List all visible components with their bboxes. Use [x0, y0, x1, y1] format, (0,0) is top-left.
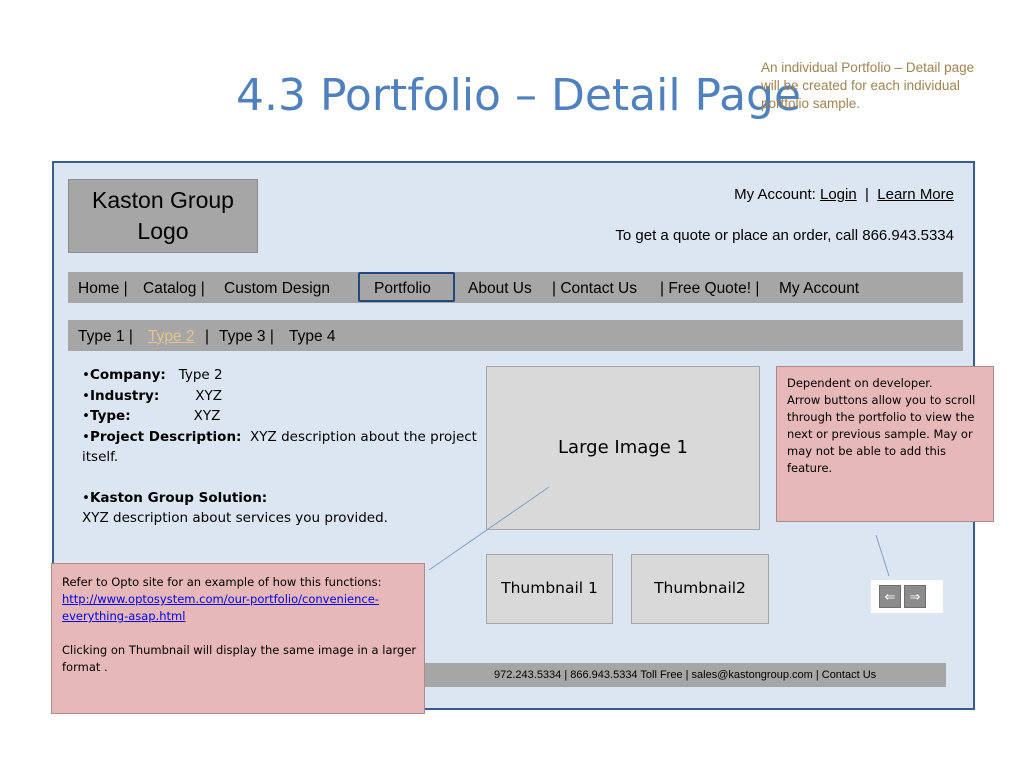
nav-item-free-quote[interactable]: | Free Quote! | — [660, 280, 759, 298]
detail-type: •Type: XYZ — [82, 408, 221, 424]
subnav-item-type-1[interactable]: Type 1 | — [78, 328, 133, 346]
main-nav: Home | Catalog | Custom Design Portfolio… — [68, 272, 963, 303]
solution-label: Kaston Group Solution: — [89, 489, 268, 506]
account-bar: My Account: Login | Learn More — [734, 186, 954, 203]
thumbnail-note-intro: Refer to Opto site for an example of how… — [62, 575, 382, 589]
corner-note: An individual Portfolio – Detail page wi… — [761, 60, 975, 111]
thumbnail-note-outro: Clicking on Thumbnail will display the s… — [62, 643, 417, 674]
detail-company: •Company: Type 2 — [82, 367, 223, 383]
detail-solution: •Kaston Group Solution: — [82, 489, 268, 506]
detail-description: •Project Description: XYZ description ab… — [82, 428, 477, 466]
footer-text: 972.243.5334 | 866.943.5334 Toll Free | … — [494, 669, 877, 681]
nav-item-catalog[interactable]: Catalog | — [143, 280, 205, 298]
nav-item-home[interactable]: Home | — [78, 280, 128, 298]
account-separator: | — [865, 186, 869, 203]
large-image-label: Large Image 1 — [558, 437, 688, 458]
detail-industry: •Industry: XYZ — [82, 387, 222, 404]
portfolio-arrows: ⇐ ⇒ — [871, 580, 943, 613]
type-subnav: Type 1 | Type 2 | Type 3 | Type 4 — [68, 320, 963, 351]
nav-item-my-account[interactable]: My Account — [779, 280, 859, 298]
logo-line-2: Logo — [137, 218, 189, 244]
learn-more-link[interactable]: Learn More — [877, 186, 954, 203]
thumbnail-2-label: Thumbnail2 — [654, 579, 746, 597]
thumbnail-1-label: Thumbnail 1 — [501, 579, 598, 597]
nav-item-contact-us[interactable]: | Contact Us — [552, 280, 637, 298]
thumbnail-2[interactable]: Thumbnail2 — [631, 554, 769, 624]
account-label: My Account: — [734, 186, 816, 203]
type-label: Type: — [89, 408, 131, 424]
project-details: •Company: Type 2 •Industry: XYZ •Type: XYZ… — [82, 365, 477, 529]
nav-item-custom-design[interactable]: Custom Design — [224, 280, 330, 298]
subnav-separator: | — [205, 328, 210, 345]
developer-note-line-2: Arrow buttons allow you to scroll throug… — [787, 393, 976, 475]
thumbnail-note: Refer to Opto site for an example of how… — [51, 563, 425, 714]
arrow-right-icon[interactable]: ⇒ — [904, 585, 926, 608]
type-value: XYZ — [193, 408, 221, 424]
description-label: Project Description: — [89, 428, 242, 445]
company-value: Type 2 — [178, 367, 223, 383]
logo-line-1: Kaston Group — [92, 187, 234, 213]
thumbnail-1[interactable]: Thumbnail 1 — [486, 554, 613, 624]
logo-placeholder[interactable]: Kaston Group Logo — [68, 179, 258, 253]
subnav-item-type-2[interactable]: Type 2 — [148, 328, 195, 346]
industry-label: Industry: — [89, 387, 160, 404]
opto-example-link[interactable]: http://www.optosystem.com/our-portfolio/… — [62, 591, 419, 625]
subnav-item-type-4[interactable]: Type 4 — [289, 328, 336, 346]
large-image-placeholder: Large Image 1 — [486, 366, 760, 530]
nav-item-about-us[interactable]: About Us — [468, 280, 532, 298]
login-link[interactable]: Login — [820, 186, 857, 203]
site-footer: 972.243.5334 | 866.943.5334 Toll Free | … — [418, 663, 946, 687]
company-label: Company: — [89, 367, 166, 383]
quote-text: To get a quote or place an order, call 8… — [615, 227, 954, 244]
slide-title: 4.3 Portfolio – Detail Page — [236, 70, 802, 121]
developer-note: Dependent on developer. Arrow buttons al… — [776, 366, 994, 522]
arrow-left-icon[interactable]: ⇐ — [879, 585, 901, 608]
solution-value: XYZ description about services you provi… — [82, 510, 388, 526]
nav-item-portfolio[interactable]: Portfolio — [374, 280, 431, 298]
industry-value: XYZ — [195, 387, 222, 404]
developer-note-line-1: Dependent on developer. — [787, 376, 933, 390]
subnav-item-type-3[interactable]: Type 3 | — [219, 328, 274, 346]
